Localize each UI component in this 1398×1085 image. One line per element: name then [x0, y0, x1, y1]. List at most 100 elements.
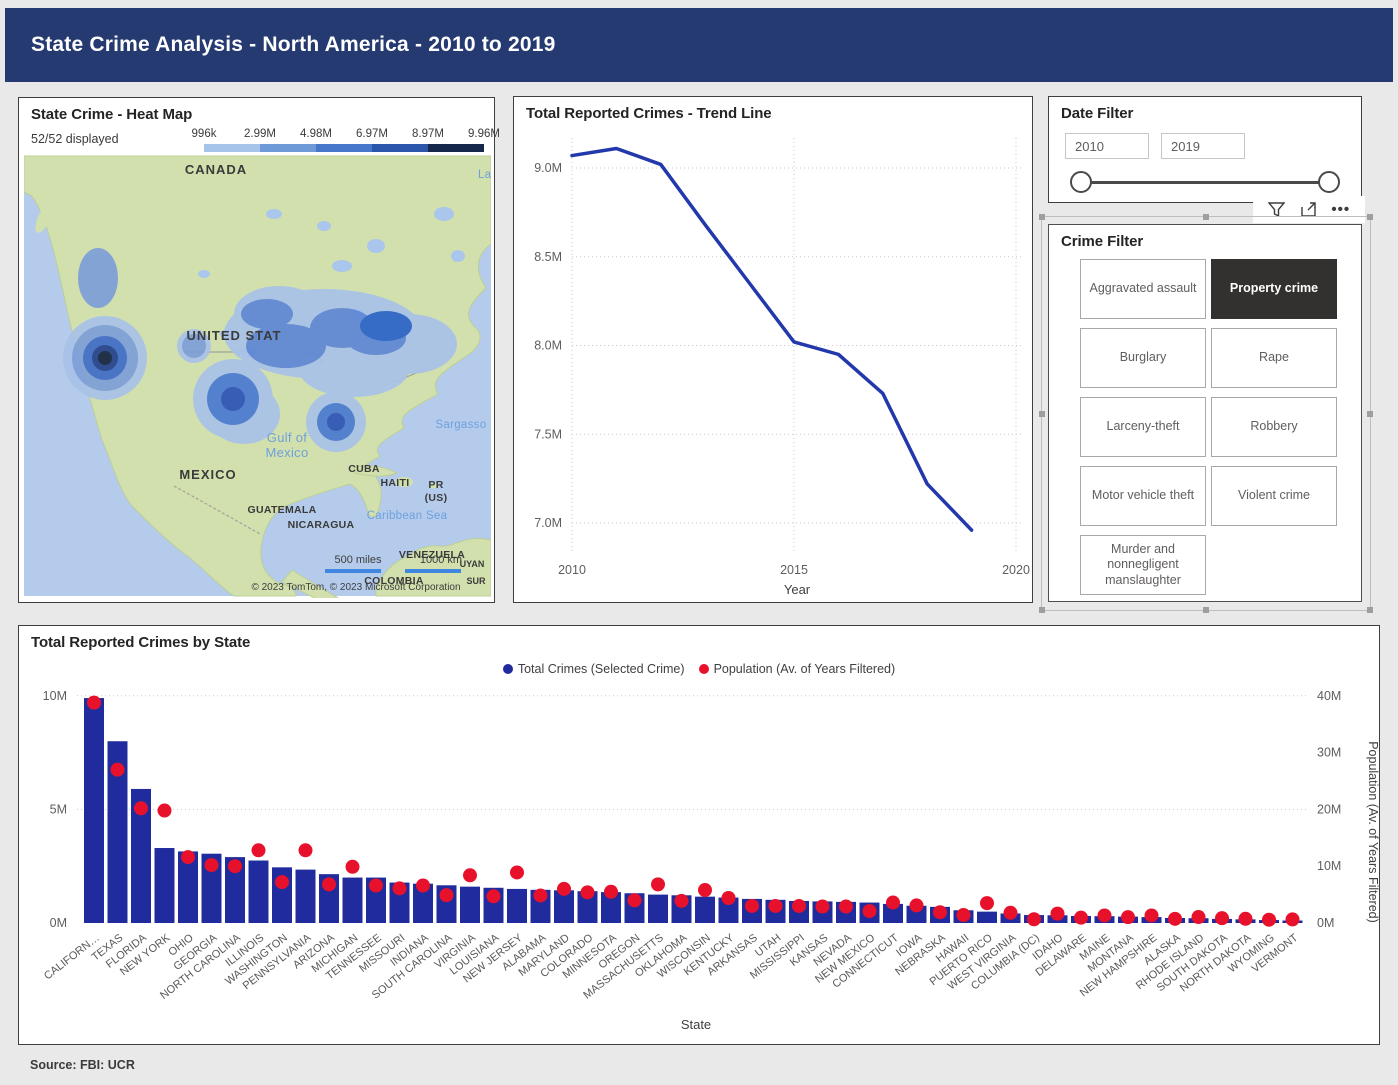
population-dot-colorado[interactable]	[581, 885, 595, 899]
population-dot-new-jersey[interactable]	[510, 865, 524, 879]
crime-filter-option-burglary[interactable]: Burglary	[1080, 328, 1206, 388]
map-label-cuba: CUBA	[348, 463, 380, 475]
population-dot-pennsylvania[interactable]	[299, 843, 313, 857]
population-dot-hawaii[interactable]	[957, 908, 971, 922]
heat-blob	[360, 311, 412, 341]
bar-michigan[interactable]	[343, 878, 363, 923]
heat-map-status: 52/52 displayed	[31, 132, 119, 146]
population-dot-virginia[interactable]	[463, 868, 477, 882]
population-dot-columbia-dc-[interactable]	[1027, 912, 1041, 926]
population-dot-arizona[interactable]	[322, 877, 336, 891]
bar-new-jersey[interactable]	[507, 889, 527, 923]
bar-illinois[interactable]	[249, 861, 269, 923]
legend-item[interactable]: Population (Av. of Years Filtered)	[699, 662, 896, 676]
population-dot-massachusetts[interactable]	[651, 877, 665, 891]
population-dot-michigan[interactable]	[346, 860, 360, 874]
population-dot-maryland[interactable]	[557, 882, 571, 896]
date-end-input[interactable]	[1161, 133, 1245, 159]
map-label-gulf-of: Gulf of	[267, 430, 307, 445]
population-dot-utah[interactable]	[769, 899, 783, 913]
heat-map-canvas[interactable]: CANADAUNITED STATMEXICOGulf ofMexicoCUBA…	[24, 154, 491, 598]
population-dot-kansas[interactable]	[816, 900, 830, 914]
crime-filter-option-property-crime[interactable]: Property crime	[1211, 259, 1337, 319]
population-dot-mississippi[interactable]	[792, 899, 806, 913]
population-dot-indiana[interactable]	[416, 879, 430, 893]
population-dot-south-dakota[interactable]	[1215, 911, 1229, 925]
population-dot-oregon[interactable]	[628, 893, 642, 907]
population-dot-new-mexico[interactable]	[863, 904, 877, 918]
trend-line-chart[interactable]: 9.0M8.5M8.0M7.5M7.0M201020152020Year	[514, 124, 1032, 604]
date-filter-title: Date Filter	[1049, 97, 1361, 124]
population-dot-tennessee[interactable]	[369, 879, 383, 893]
population-dot-nebraska[interactable]	[933, 905, 947, 919]
population-dot-texas[interactable]	[111, 763, 125, 777]
x-axis-title: Year	[784, 582, 811, 597]
bar-chart-title: Total Reported Crimes by State	[19, 626, 1379, 653]
population-dot-puerto-rico[interactable]	[980, 896, 994, 910]
population-dot-idaho[interactable]	[1051, 907, 1065, 921]
population-dot-iowa[interactable]	[910, 898, 924, 912]
x-tick: 2015	[780, 563, 808, 577]
legend-item[interactable]: Total Crimes (Selected Crime)	[503, 662, 685, 676]
population-dot-alabama[interactable]	[534, 888, 548, 902]
crime-filter-option-larceny-theft[interactable]: Larceny-theft	[1080, 397, 1206, 457]
population-dot-maine[interactable]	[1098, 908, 1112, 922]
date-slider-track[interactable]	[1079, 181, 1331, 184]
crime-filter-option-rape[interactable]: Rape	[1211, 328, 1337, 388]
heat-blob	[327, 413, 345, 431]
bar-new-york[interactable]	[155, 848, 175, 923]
crime-filter-option-robbery[interactable]: Robbery	[1211, 397, 1337, 457]
crime-filter-option-violent-crime[interactable]: Violent crime	[1211, 466, 1337, 526]
bar-massachusetts[interactable]	[648, 895, 668, 923]
date-slider-handle-end[interactable]	[1318, 171, 1340, 193]
population-dot-californ-[interactable]	[87, 696, 101, 710]
population-dot-delaware[interactable]	[1074, 911, 1088, 925]
population-dot-georgia[interactable]	[205, 858, 219, 872]
population-dot-illinois[interactable]	[252, 843, 266, 857]
scale-miles-label: 500 miles	[334, 554, 382, 566]
more-options-icon[interactable]: •••	[1331, 204, 1350, 216]
population-dot-louisiana[interactable]	[487, 889, 501, 903]
population-dot-connecticut[interactable]	[886, 896, 900, 910]
trend-line-series[interactable]	[572, 148, 972, 530]
bar-chart[interactable]: 0M5M10M0M10M20M30M40MPopulation (Av. of …	[19, 682, 1379, 1044]
population-dot-wisconsin[interactable]	[698, 883, 712, 897]
population-dot-wyoming[interactable]	[1262, 913, 1276, 927]
date-slider-handle-start[interactable]	[1070, 171, 1092, 193]
population-dot-west-virginia[interactable]	[1004, 906, 1018, 920]
bar-puerto-rico[interactable]	[977, 912, 997, 923]
population-dot-nevada[interactable]	[839, 900, 853, 914]
population-dot-florida[interactable]	[134, 801, 148, 815]
population-dot-oklahoma[interactable]	[675, 894, 689, 908]
bar-californ-[interactable]	[84, 698, 104, 923]
crime-filter-option-murder-and-nonnegligent-manslaughter[interactable]: Murder and nonnegligent manslaughter	[1080, 535, 1206, 595]
population-dot-washington[interactable]	[275, 875, 289, 889]
left-y-tick: 10M	[43, 689, 67, 703]
population-dot-missouri[interactable]	[393, 881, 407, 895]
population-dot-montana[interactable]	[1121, 910, 1135, 924]
population-dot-alaska[interactable]	[1168, 912, 1182, 926]
crime-filter-option-aggravated-assault[interactable]: Aggravated assault	[1080, 259, 1206, 319]
population-dot-south-carolina[interactable]	[440, 888, 454, 902]
population-dot-vermont[interactable]	[1286, 912, 1300, 926]
population-dot-ohio[interactable]	[181, 850, 195, 864]
population-dot-minnesota[interactable]	[604, 885, 618, 899]
x-tick: 2020	[1002, 563, 1030, 577]
map-label-caribbean-sea: Caribbean Sea	[367, 510, 448, 522]
bar-pennsylvania[interactable]	[296, 870, 316, 923]
crime-filter-option-motor-vehicle-theft[interactable]: Motor vehicle theft	[1080, 466, 1206, 526]
map-label-sur: SUR	[466, 576, 486, 586]
bar-wisconsin[interactable]	[695, 897, 715, 923]
bar-virginia[interactable]	[460, 887, 480, 923]
population-dot-arkansas[interactable]	[745, 899, 759, 913]
date-start-input[interactable]	[1065, 133, 1149, 159]
population-dot-new-york[interactable]	[158, 804, 172, 818]
population-dot-north-dakota[interactable]	[1239, 912, 1253, 926]
legend-label: Total Crimes (Selected Crime)	[518, 662, 685, 676]
population-dot-kentucky[interactable]	[722, 891, 736, 905]
population-dot-new-hampshire[interactable]	[1145, 908, 1159, 922]
population-dot-rhode-island[interactable]	[1192, 910, 1206, 924]
population-dot-north-carolina[interactable]	[228, 859, 242, 873]
map-label-haiti: HAITI	[381, 477, 410, 489]
heat-map-title: State Crime - Heat Map	[19, 98, 494, 125]
